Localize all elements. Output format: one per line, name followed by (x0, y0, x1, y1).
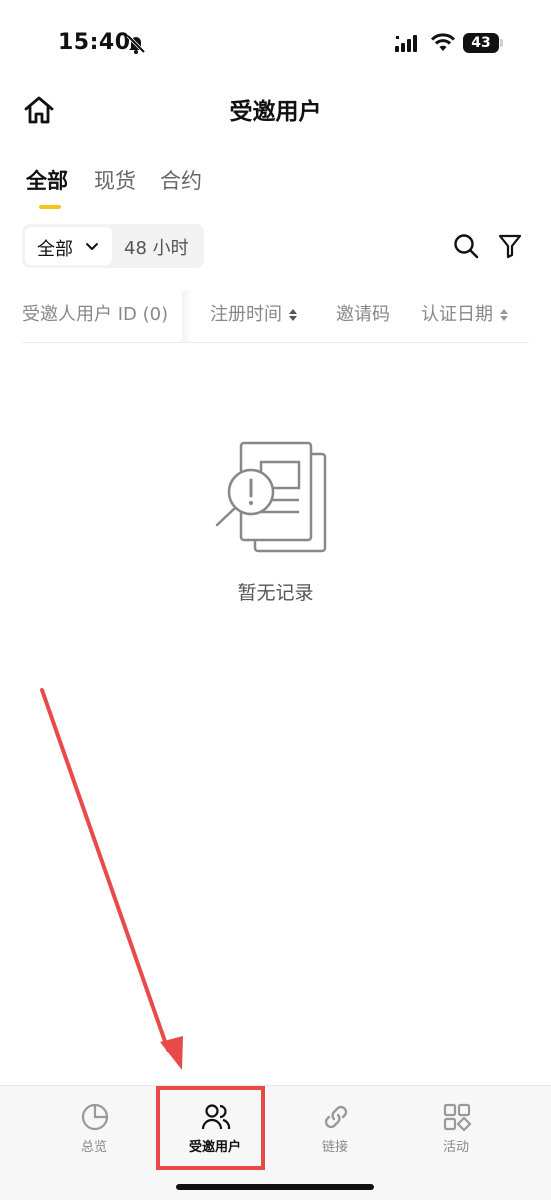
column-verify-date[interactable]: 认证日期 (421, 300, 509, 326)
column-verify-date-label: 认证日期 (421, 304, 493, 325)
page-title: 受邀用户 (229, 99, 322, 125)
signal-icon (395, 35, 417, 52)
type-select-label: 全部 (37, 239, 73, 260)
link-icon (324, 1105, 348, 1129)
nav-item-links[interactable]: 链接 (280, 1100, 390, 1160)
bell-slash-icon (126, 34, 146, 54)
column-invitee-id: 受邀人用户 ID (0) (22, 300, 168, 326)
annotation-arrow-head (160, 1036, 183, 1070)
nav-label-links: 链接 (321, 1140, 348, 1155)
wifi-icon (430, 33, 456, 51)
filter-group: 全部 48 小时 (22, 224, 204, 268)
column-register-time[interactable]: 注册时间 (210, 300, 298, 326)
nav-label-overview: 总览 (80, 1140, 107, 1155)
column-invite-code: 邀请码 (336, 300, 390, 326)
apps-grid-icon (443, 1103, 472, 1132)
active-tab-indicator (39, 205, 61, 209)
tab-spot[interactable]: 现货 (94, 165, 136, 195)
annotation-arrow-line (40, 688, 170, 1052)
search-icon[interactable] (453, 233, 479, 259)
nav-label-invitees: 受邀用户 (188, 1140, 241, 1155)
battery-cap (500, 39, 503, 47)
chevron-down-icon (86, 243, 98, 250)
table-divider (22, 342, 529, 343)
app-screen: 15:40 43 受邀用户 全部 现货 合约 全部 48 小时 受邀人用户 ID… (0, 0, 551, 1200)
column-register-time-label: 注册时间 (210, 304, 282, 325)
filter-icon[interactable] (498, 233, 522, 259)
status-time: 15:40 (58, 30, 131, 55)
type-select[interactable]: 全部 (25, 227, 112, 265)
nav-item-activities[interactable]: 活动 (401, 1100, 511, 1160)
pie-chart-icon (81, 1103, 109, 1131)
table-header: 受邀人用户 ID (0) 注册时间 邀请码 认证日期 (0, 290, 551, 344)
sort-icon (289, 309, 297, 321)
nav-item-invitees[interactable]: 受邀用户 (160, 1100, 270, 1160)
home-indicator (176, 1184, 374, 1190)
battery-level: 43 (471, 35, 491, 51)
sort-icon (500, 309, 508, 321)
users-icon (201, 1104, 231, 1130)
column-divider (182, 290, 192, 342)
column-invite-code-label: 邀请码 (336, 304, 390, 325)
tab-all[interactable]: 全部 (26, 165, 68, 195)
empty-state-text: 暂无记录 (237, 582, 314, 604)
nav-label-activities: 活动 (442, 1140, 469, 1155)
tab-futures[interactable]: 合约 (160, 165, 202, 195)
nav-item-overview[interactable]: 总览 (39, 1100, 149, 1160)
column-invitee-id-label: 受邀人用户 ID (0) (22, 304, 169, 325)
bottom-navigation: 总览 受邀用户 链接 活动 (0, 1085, 551, 1200)
battery-icon: 43 (463, 33, 499, 53)
no-records-icon (215, 441, 327, 553)
status-bar: 15:40 43 (0, 0, 551, 90)
time-range-button[interactable]: 48 小时 (124, 234, 189, 260)
